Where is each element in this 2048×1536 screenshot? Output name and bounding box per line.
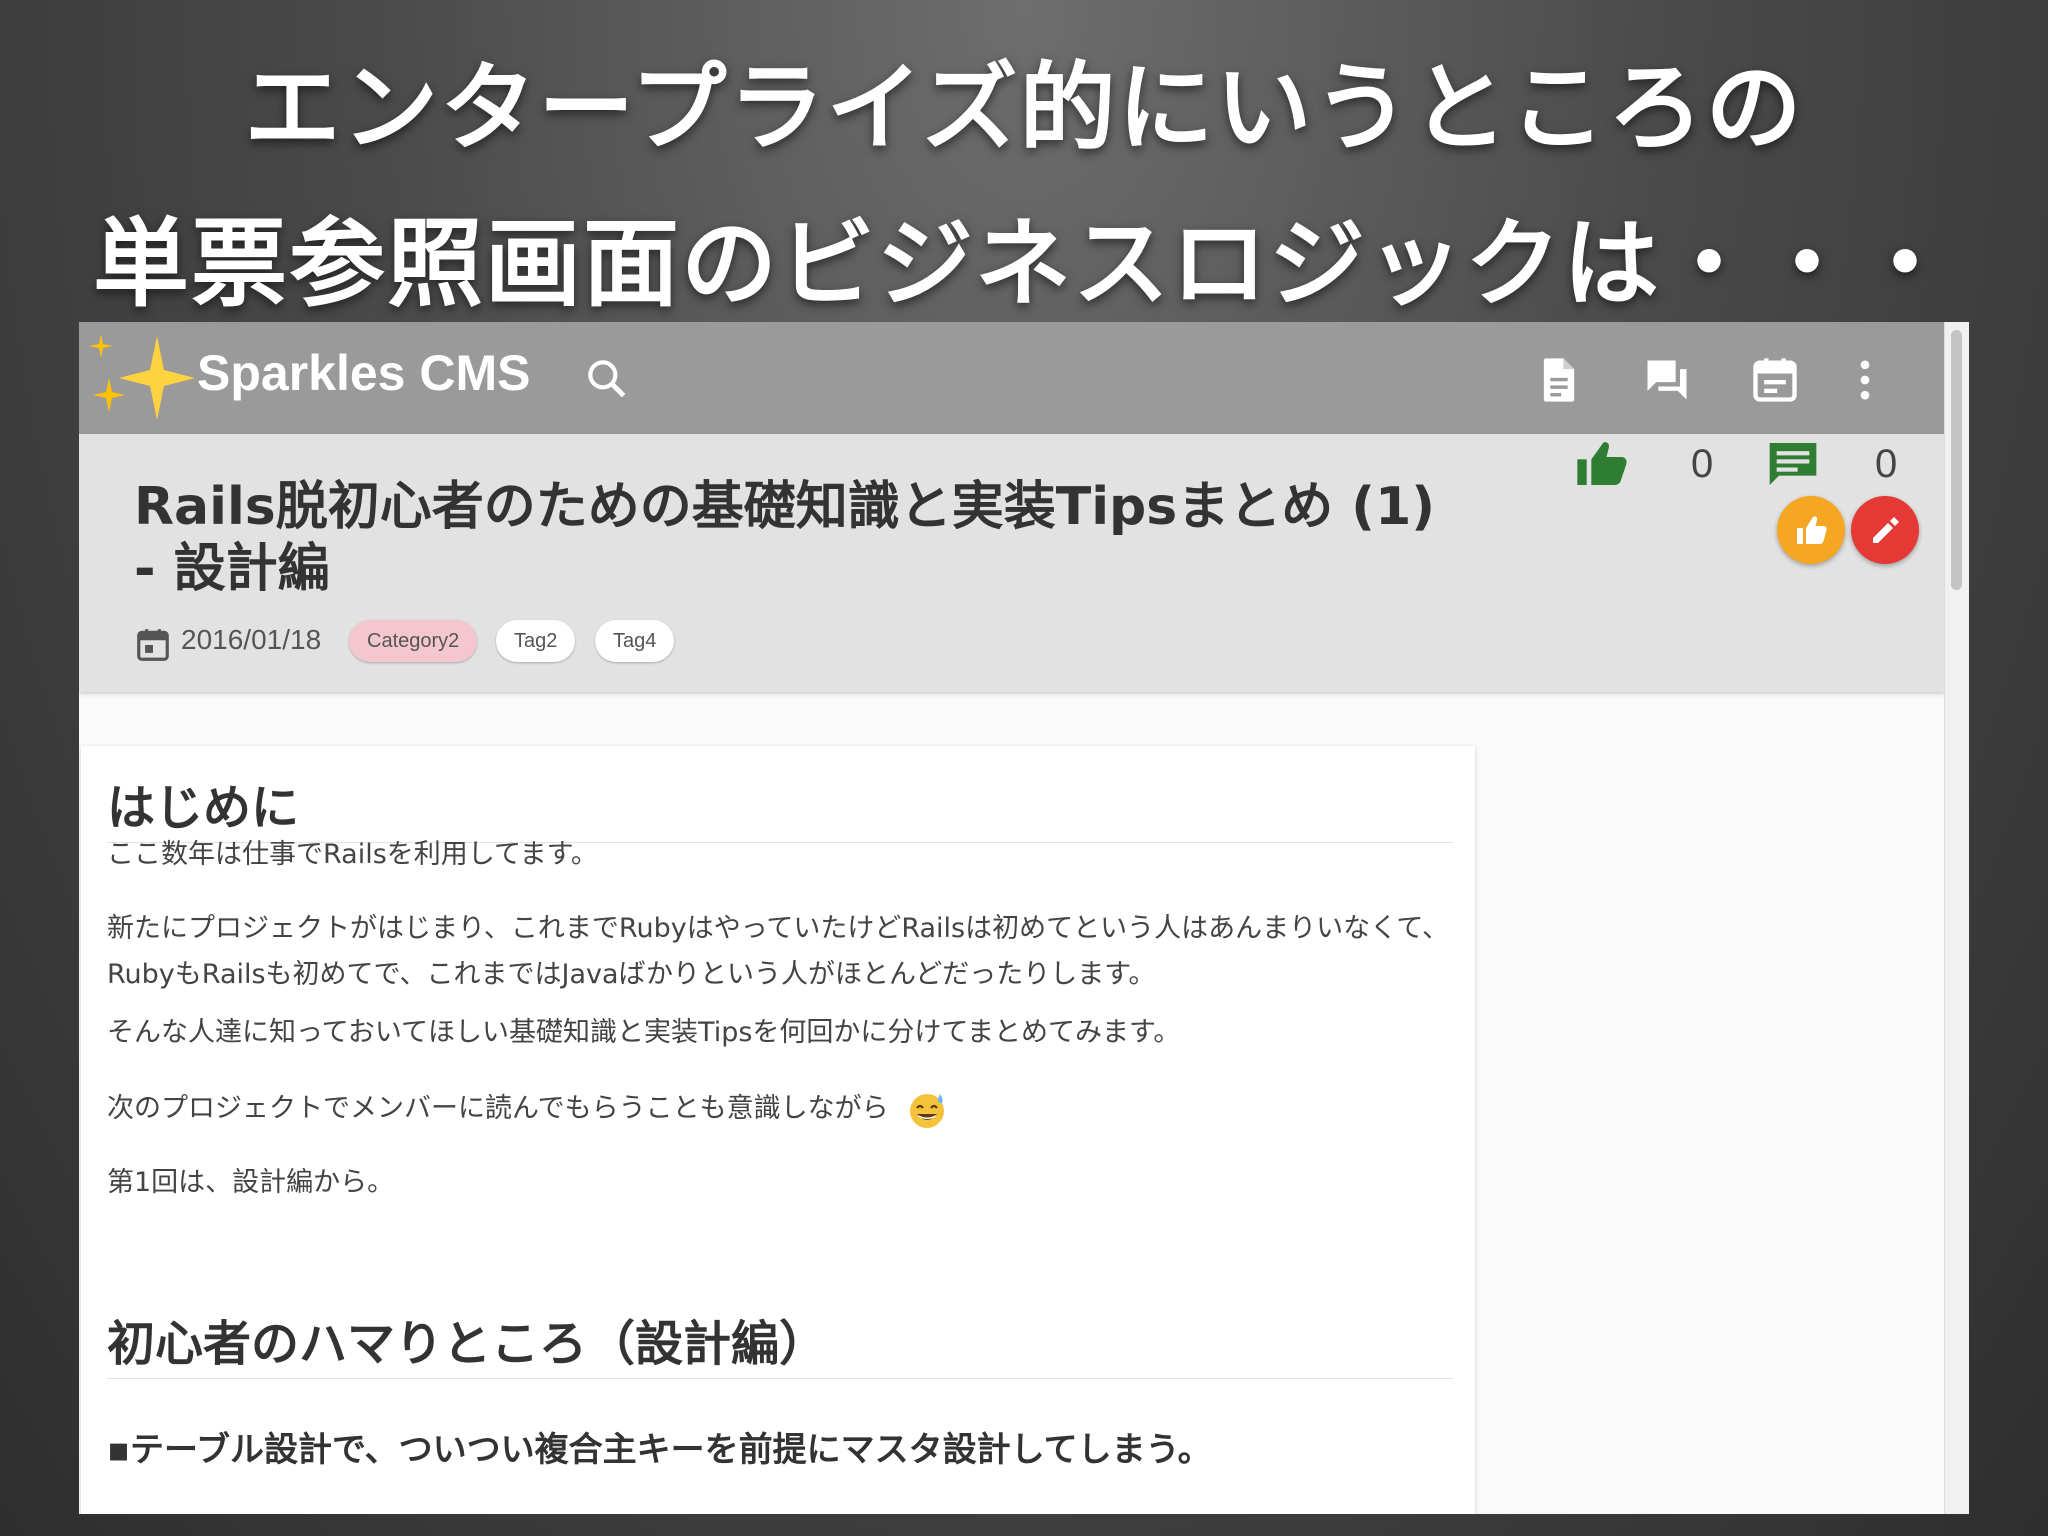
paragraph: 新たにプロジェクトがはじまり、これまでRubyはやっていたけどRailsは初めて… [107,913,1449,990]
brand-name[interactable]: Sparkles CMS [197,344,530,402]
thumbs-up-icon [1797,516,1827,544]
paragraph: ここ数年は仕事でRailsを利用してます。 [107,839,598,870]
tag-chip[interactable]: Tag2 [496,620,576,662]
post-date: 2016/01/18 [181,624,322,655]
article-body: はじめに ここ数年は仕事でRailsを利用してます。 新たにプロジェクトがはじま… [81,746,1475,1514]
more-vert-icon[interactable] [1839,354,1891,406]
scrollbar-thumb[interactable] [1951,330,1962,590]
paragraph: 第1回は、設計編から。 [107,1167,395,1198]
sweat-smile-emoji-icon [910,1093,945,1128]
search-icon[interactable] [582,354,632,404]
section-heading: はじめに [107,780,300,836]
paragraph: そんな人達に知っておいてほしい基礎知識と実装Tipsを何回かに分けてまとめてみま… [107,1017,1181,1048]
comments-count: 0 [1875,442,1898,486]
article-title: Rails脱初心者のための基礎知識と実装Tipsまとめ (1) - 設計編 [134,477,1436,599]
section-heading: 初心者のハマりところ（設計編） [107,1316,828,1372]
browser-window: Sparkles CMS Rails脱初心者のための基礎知識と実装Tipsまとめ… [79,322,1969,1514]
likes-count: 0 [1691,442,1714,486]
thumbs-up-icon [1577,442,1627,485]
sparkle-logo-icon [89,334,195,420]
article-header: Rails脱初心者のための基礎知識と実装Tipsまとめ (1) - 設計編 20… [79,434,1945,692]
category-chip[interactable]: Category2 [349,620,478,662]
forum-icon[interactable] [1641,354,1693,406]
scrollbar[interactable] [1944,322,1969,1514]
calendar-icon[interactable] [1749,354,1801,406]
edit-button[interactable] [1851,496,1919,564]
slide-title-line-1: エンタープライズ的にいうところの [244,52,1804,164]
date-icon [137,629,169,661]
paragraph: 次のプロジェクトでメンバーに読んでもらうことも意識しながら [107,1086,1457,1132]
document-icon[interactable] [1533,354,1585,406]
paragraph-text: 次のプロジェクトでメンバーに読んでもらうことも意識しながら [107,1093,889,1124]
slide-title-line-2: 単票参照画面のビジネスロジックは・・・ [93,208,1955,320]
like-button[interactable] [1777,496,1845,564]
comment-icon [1769,443,1817,485]
tag-chip[interactable]: Tag4 [595,620,675,662]
bullet-item: ▪テーブル設計で、ついつい複合主キーを前提にマスタ設計してしまう。 [107,1430,1212,1470]
app-bar: Sparkles CMS [79,322,1945,434]
divider [107,1378,1453,1379]
pencil-icon [1873,517,1899,543]
